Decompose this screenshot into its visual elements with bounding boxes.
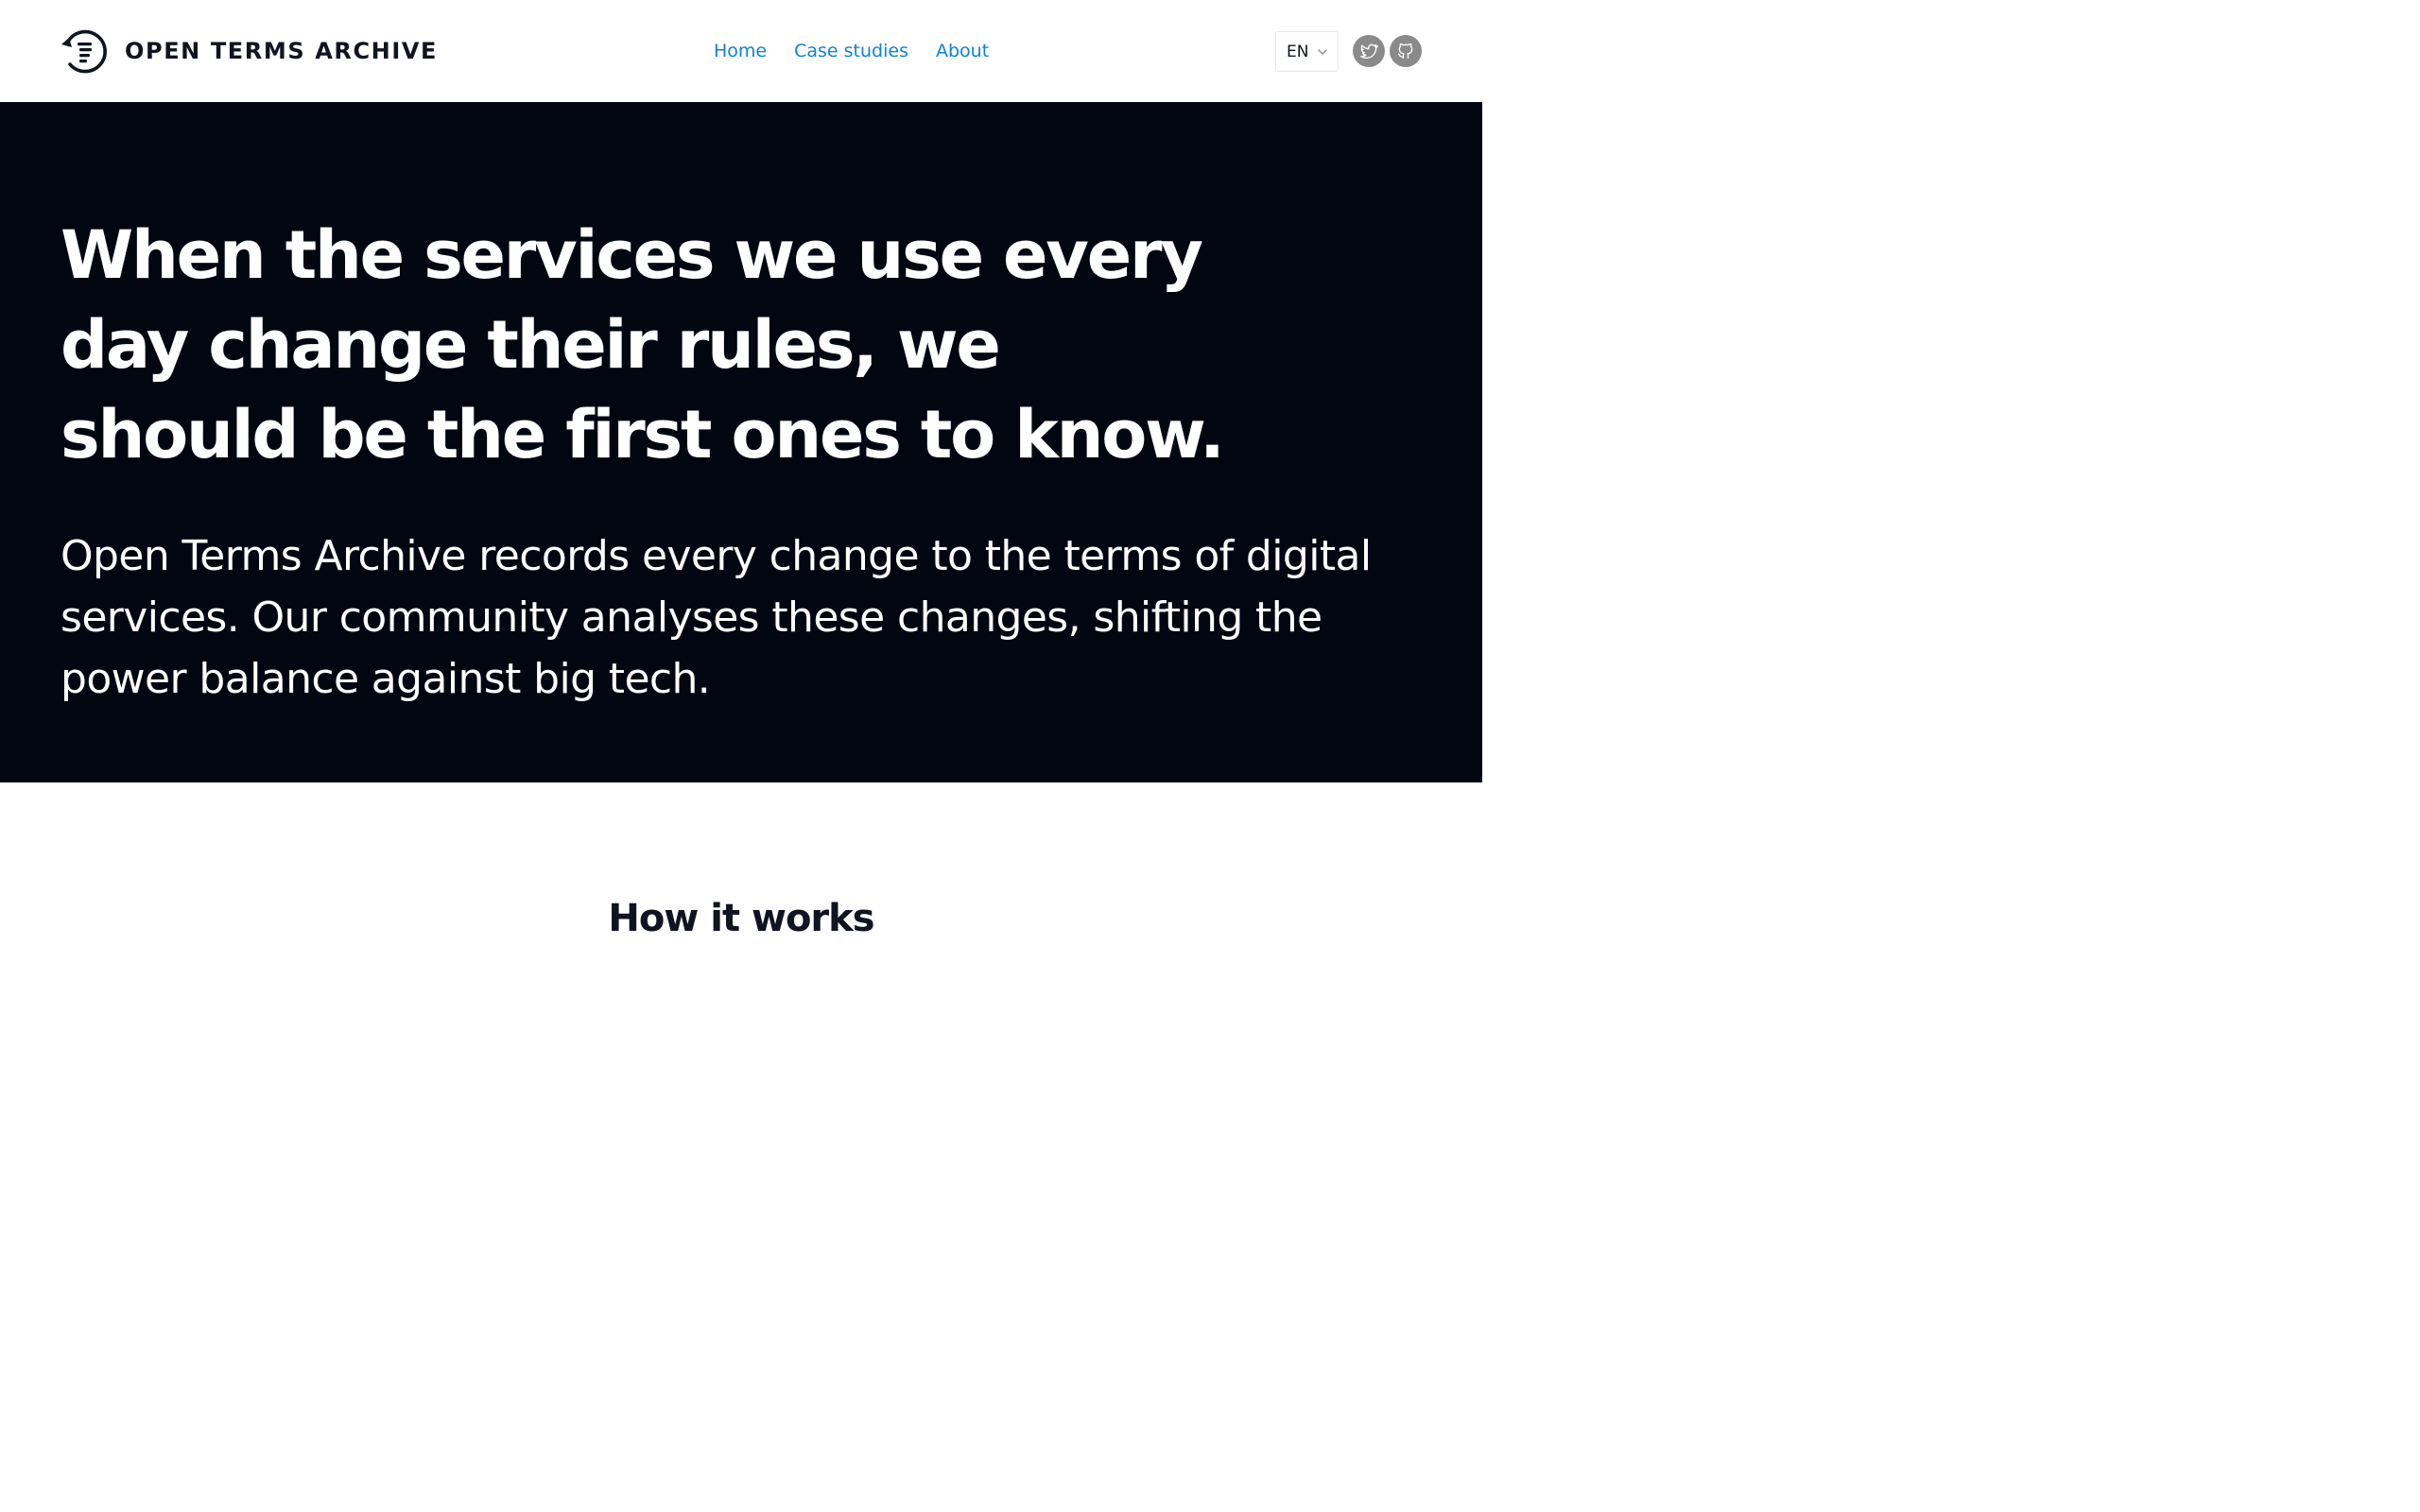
brand-home-link[interactable]: OPEN TERMS ARCHIVE (60, 26, 438, 76)
github-icon (1397, 43, 1413, 60)
github-link[interactable] (1390, 35, 1422, 67)
language-select[interactable]: EN (1275, 31, 1339, 72)
how-it-works-heading: How it works (608, 897, 874, 940)
hero-subtitle: Open Terms Archive records every change … (60, 532, 1372, 703)
chevron-down-icon (1318, 48, 1328, 55)
hero-section: When the services we use every day chang… (0, 102, 1482, 782)
brand-name: OPEN TERMS ARCHIVE (125, 38, 439, 64)
language-select-value: EN (1287, 42, 1309, 61)
nav-link-case-studies[interactable]: Case studies (794, 41, 908, 61)
nav-link-home[interactable]: Home (714, 41, 767, 61)
twitter-link[interactable] (1353, 35, 1385, 67)
twitter-icon (1360, 43, 1378, 59)
site-header: OPEN TERMS ARCHIVE Home Case studies Abo… (0, 0, 1482, 102)
hero-title: When the services we use every day chang… (60, 216, 1225, 473)
nav-link-about[interactable]: About (936, 41, 989, 61)
open-terms-archive-logo-icon (61, 29, 107, 74)
main-nav: Home Case studies About (714, 38, 989, 64)
